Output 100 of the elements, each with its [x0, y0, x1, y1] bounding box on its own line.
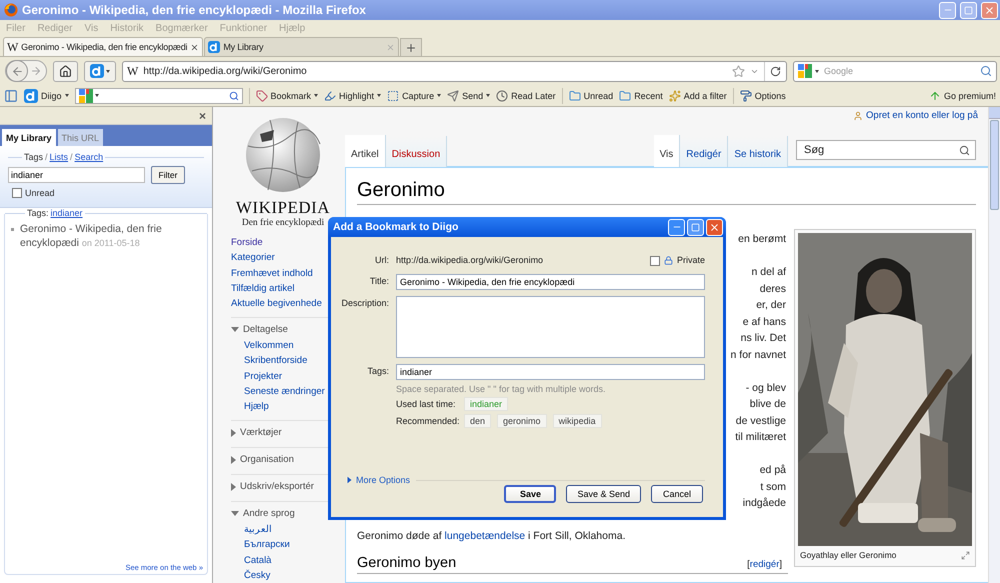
nav-link[interactable]: Català	[244, 552, 345, 568]
back-arrow-icon	[10, 64, 24, 78]
page-tab[interactable]: Vis	[654, 135, 680, 167]
forward-icon[interactable]	[30, 65, 42, 77]
plus-icon	[405, 42, 418, 54]
toolbar-button[interactable]: Options	[740, 90, 786, 102]
portal-header[interactable]: Andre sprog	[231, 505, 345, 522]
dialog-button[interactable]: Save & Send	[566, 485, 641, 503]
page-tab[interactable]: Se historik	[728, 136, 788, 167]
back-forward-control[interactable]	[5, 60, 47, 82]
portal-header[interactable]: Værktøjer	[231, 424, 345, 442]
toolbar-button[interactable]: Bookmark	[256, 90, 318, 102]
search-icon[interactable]	[980, 65, 992, 77]
sidebar-tab[interactable]: My Library	[2, 129, 56, 146]
mode-link[interactable]: Search	[74, 152, 104, 162]
toolbar-button[interactable]: Capture	[387, 90, 442, 102]
search-icon[interactable]	[959, 144, 970, 156]
wiki-search-field[interactable]: Søg	[796, 140, 976, 160]
browser-tab[interactable]: W Geronimo - Wikipedia, den frie encyklopædi	[3, 37, 204, 56]
portal-header[interactable]: Deltagelse	[231, 321, 345, 338]
home-button[interactable]	[53, 60, 78, 82]
tag-link[interactable]: indianer	[50, 208, 83, 218]
text-line: deres	[760, 282, 786, 296]
search-field[interactable]: Google	[793, 60, 997, 82]
unread-checkbox[interactable]	[12, 188, 22, 198]
scrollbar[interactable]	[988, 107, 1000, 583]
text-line: - og blev	[746, 380, 786, 396]
dialog-button[interactable]: Cancel	[651, 485, 703, 503]
login-link[interactable]: Opret en konto eller log på	[866, 110, 978, 121]
more-options-link[interactable]: More Options	[347, 475, 410, 485]
edit-link[interactable]: redigér	[750, 556, 780, 573]
caret-icon	[94, 94, 99, 97]
url-field[interactable]: W http://da.wikipedia.org/wiki/Geronimo	[122, 60, 787, 82]
tag-chip[interactable]: wikipedia	[552, 414, 602, 428]
toolbar-button[interactable]: Send	[447, 90, 490, 102]
premium-button[interactable]: Go premium!	[928, 90, 996, 102]
text-line: ed på	[760, 463, 786, 478]
toolbar-button[interactable]: Read Later	[496, 90, 556, 102]
nav-link[interactable]: Česky	[244, 568, 345, 583]
tab-close-icon[interactable]	[190, 42, 200, 52]
article-heading: Geronimo	[357, 179, 976, 205]
toolbar-button[interactable]: Recent	[619, 90, 663, 102]
page-tab[interactable]: Redigér	[680, 136, 728, 167]
browser-tab[interactable]: My Library	[204, 37, 400, 56]
diigo-button[interactable]	[84, 60, 116, 82]
mode-link[interactable]: Tags	[24, 152, 44, 162]
close-button[interactable]	[981, 2, 998, 18]
page-tab[interactable]: Artikel	[345, 135, 386, 167]
checkbox-label: Unread	[25, 188, 55, 198]
home-icon	[59, 64, 72, 78]
description-field[interactable]	[396, 296, 705, 358]
search-icon[interactable]	[228, 90, 239, 100]
minimize-button[interactable]	[668, 218, 685, 236]
url-text: http://da.wikipedia.org/wiki/Geronimo	[143, 66, 308, 76]
close-button[interactable]	[706, 218, 723, 236]
caret-icon	[64, 94, 69, 97]
text-line: ns liv. Det	[740, 331, 786, 346]
dialog-button[interactable]: Save	[504, 485, 556, 503]
window-title: Geronimo - Wikipedia, den frie encyklopædi - Mozilla Firefox	[22, 3, 367, 17]
portal-header[interactable]: Organisation	[231, 451, 345, 468]
toolbar-button[interactable]: Unread	[568, 90, 614, 102]
text-line: en berømt	[738, 232, 786, 247]
user-icon	[853, 111, 864, 121]
field-label: Tags:	[366, 365, 389, 378]
bookmark-item[interactable]: Geronimo - Wikipedia, den frie encyklopædi on 2011-05-18	[20, 222, 203, 250]
field-label: Url:	[374, 254, 389, 267]
sidebar-toggle-icon[interactable]	[4, 88, 18, 102]
diigo-menu[interactable]: Diigo	[24, 88, 69, 102]
filter-button[interactable]: Filter	[151, 166, 185, 184]
minimize-button[interactable]	[939, 2, 956, 18]
hint-text: Space separated. Use " " for tag with multiple words.	[396, 384, 606, 394]
title-field[interactable]: Geronimo - Wikipedia, den frie encyklopædi	[396, 274, 705, 290]
search-input[interactable]: Google	[822, 65, 977, 77]
enlarge-icon[interactable]	[961, 550, 970, 560]
article-link[interactable]: lungebetændelse	[444, 530, 526, 542]
toolbar-button[interactable]: Highlight	[324, 90, 382, 102]
field-label: Description:	[340, 297, 389, 310]
mode-link[interactable]: Lists	[50, 152, 68, 162]
tag-chip[interactable]: geronimo	[497, 414, 547, 428]
close-button[interactable]: ×	[198, 108, 206, 122]
sparkles-icon	[668, 90, 681, 102]
star-icon[interactable]	[732, 64, 745, 78]
tags-field[interactable]: indianer	[396, 364, 705, 380]
url-text: http://da.wikipedia.org/wiki/Geronimo	[396, 254, 544, 267]
toolbar-search-field[interactable]	[74, 88, 243, 104]
new-tab-button[interactable]	[400, 38, 422, 56]
filter-field[interactable]: indianer	[8, 167, 145, 183]
paint-roller-icon	[740, 90, 752, 102]
back-button[interactable]	[6, 60, 28, 82]
page-tab[interactable]: Diskussion	[386, 136, 448, 167]
diigo-logo	[208, 41, 220, 53]
nav-link[interactable]: العربية	[244, 522, 345, 538]
nav-link[interactable]: Български	[244, 537, 345, 553]
private-checkbox[interactable]	[650, 256, 660, 266]
maximize-button[interactable]	[687, 218, 704, 236]
portal-header[interactable]: Udskriv/eksportér	[231, 478, 345, 496]
tag-chip[interactable]: den	[464, 414, 492, 428]
toolbar-button[interactable]: Add a filter	[668, 90, 727, 102]
maximize-icon	[691, 222, 700, 232]
maximize-button[interactable]	[960, 2, 977, 18]
